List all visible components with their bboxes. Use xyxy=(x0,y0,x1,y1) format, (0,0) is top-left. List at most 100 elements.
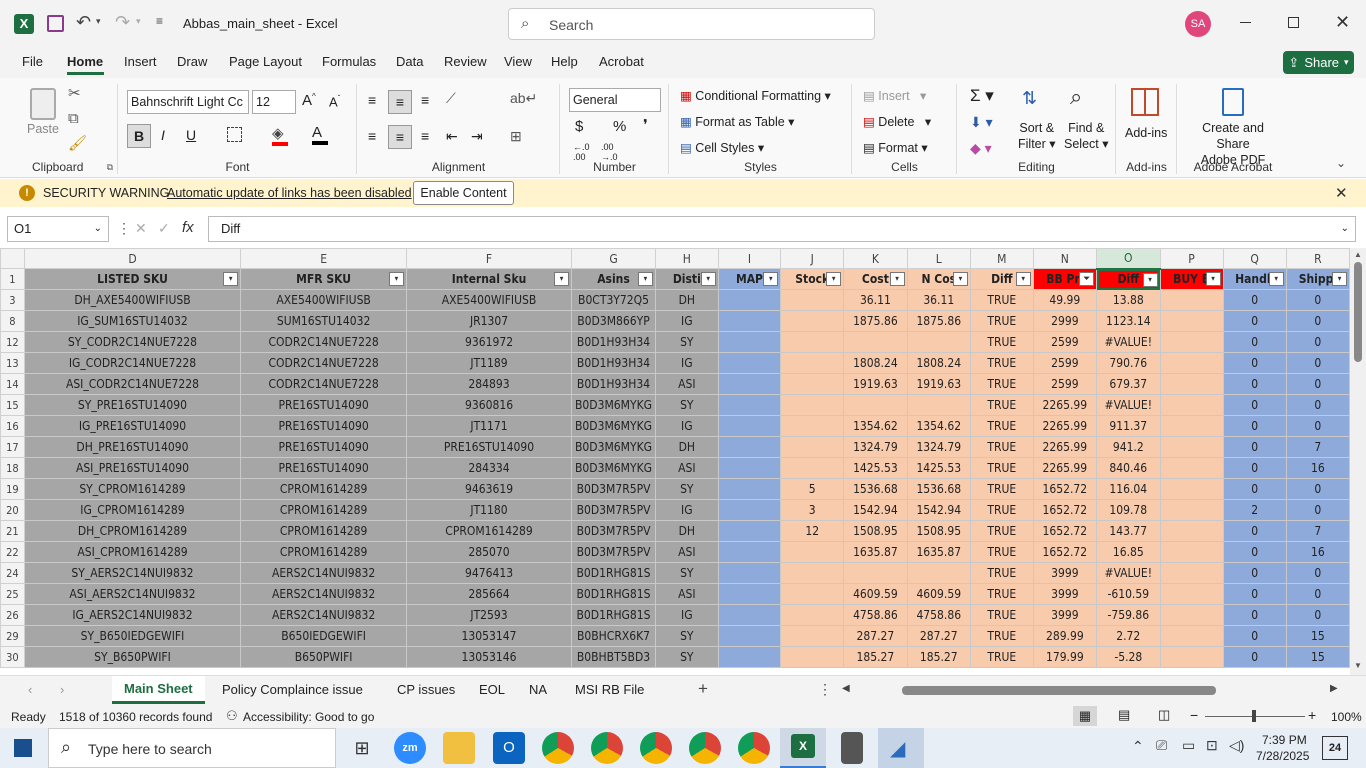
cell-m[interactable]: TRUE xyxy=(969,352,1034,374)
tab-review[interactable]: Review xyxy=(434,48,497,77)
cell-l[interactable]: 1324.79 xyxy=(906,436,971,458)
minimize-button[interactable] xyxy=(1240,22,1251,23)
cell-n[interactable]: 2599 xyxy=(1032,373,1098,395)
cell-e[interactable]: PRE16STU14090 xyxy=(240,457,407,479)
cell-m[interactable]: TRUE xyxy=(969,625,1034,647)
cell-r[interactable]: 0 xyxy=(1285,415,1350,437)
cell-o[interactable]: 109.78 xyxy=(1096,499,1161,521)
clear-icon[interactable]: ◆ ▾ xyxy=(970,140,992,157)
tab-help[interactable]: Help xyxy=(541,48,588,77)
formula-more-icon[interactable]: ⋮ xyxy=(117,220,131,237)
column-header-q[interactable]: Q xyxy=(1222,248,1287,269)
cell-p[interactable] xyxy=(1159,625,1224,647)
align-left-icon[interactable]: ≡ xyxy=(368,128,376,144)
conditional-formatting-button[interactable]: ▦ Conditional Formatting ▾ xyxy=(680,88,831,103)
cell-g[interactable]: B0D3M6MYKG xyxy=(571,415,656,437)
cell-j[interactable] xyxy=(780,436,845,458)
row-number[interactable]: 15 xyxy=(0,394,25,416)
copy-icon[interactable]: ⧉ xyxy=(68,110,79,127)
tab-acrobat[interactable]: Acrobat xyxy=(589,48,654,77)
column-header-r[interactable]: R xyxy=(1285,248,1350,269)
redo-icon[interactable]: ↷ xyxy=(115,12,130,33)
cell-n[interactable]: 49.99 xyxy=(1032,289,1098,311)
restore-button[interactable] xyxy=(1288,17,1299,28)
cell-j[interactable]: 5 xyxy=(780,478,845,500)
cell-r[interactable]: 0 xyxy=(1285,310,1350,332)
cell-h[interactable]: SY xyxy=(654,562,719,584)
cell-q[interactable]: 0 xyxy=(1222,289,1287,311)
cell-f[interactable]: 9476413 xyxy=(405,562,573,584)
cell-n[interactable]: 2265.99 xyxy=(1032,415,1098,437)
add-sheet-icon[interactable]: + xyxy=(698,679,708,699)
cell-i[interactable] xyxy=(717,457,782,479)
worksheet-grid[interactable]: D E F G H I J K L M N O P Q R 1 LISTED SKU ▾ MFR SKU ▾ Inter… xyxy=(0,248,1350,675)
cell-f[interactable]: 13053146 xyxy=(405,646,573,668)
cell-h[interactable]: SY xyxy=(654,625,719,647)
cell-o[interactable]: -610.59 xyxy=(1096,583,1161,605)
middle-align-icon[interactable]: ≡ xyxy=(388,90,412,114)
cell-k[interactable]: 1875.86 xyxy=(843,310,908,332)
italic-icon[interactable]: I xyxy=(161,127,165,143)
merge-center-icon[interactable]: ⊞ xyxy=(510,128,522,145)
security-warning-message[interactable]: Automatic update of links has been disab… xyxy=(167,186,412,200)
filter-dropdown-icon[interactable]: ▾ xyxy=(1205,272,1221,286)
row-number[interactable]: 21 xyxy=(0,520,25,542)
tab-view[interactable]: View xyxy=(494,48,542,77)
filter-dropdown-icon[interactable]: ▾ xyxy=(826,272,842,286)
cell-p[interactable] xyxy=(1159,583,1224,605)
scroll-right-icon[interactable]: ▶ xyxy=(1330,683,1338,694)
cell-o[interactable]: 941.2 xyxy=(1096,436,1161,458)
undo-dropdown-icon[interactable]: ▾ xyxy=(96,16,101,27)
cell-i[interactable] xyxy=(717,583,782,605)
cell-r[interactable]: 0 xyxy=(1285,604,1350,626)
cell-n[interactable]: 2599 xyxy=(1032,352,1098,374)
delete-cells-button[interactable]: ▤ Delete ▾ xyxy=(863,114,931,129)
cell-g[interactable]: B0D3M7R5PV xyxy=(571,541,656,563)
zoom-slider[interactable] xyxy=(1205,710,1305,722)
cell-q[interactable]: 0 xyxy=(1222,646,1287,668)
user-avatar[interactable]: SA xyxy=(1185,11,1211,37)
row-number[interactable]: 13 xyxy=(0,352,25,374)
find-select-button[interactable]: Find & Select ▾ xyxy=(1064,120,1109,152)
cell-n[interactable]: 1652.72 xyxy=(1032,541,1098,563)
tab-file[interactable]: File xyxy=(12,48,53,77)
cell-d[interactable]: ASI_PRE16STU14090 xyxy=(23,457,242,479)
grow-font-icon[interactable]: A^ xyxy=(302,92,316,109)
row-number[interactable]: 12 xyxy=(0,331,25,353)
cell-k[interactable] xyxy=(843,331,908,353)
cell-f[interactable]: CPROM1614289 xyxy=(405,520,573,542)
row-number[interactable]: 30 xyxy=(0,646,25,668)
cell-e[interactable]: CODR2C14NUE7228 xyxy=(240,373,407,395)
cell-q[interactable]: 0 xyxy=(1222,352,1287,374)
filter-dropdown-icon[interactable]: ▾ xyxy=(554,272,570,286)
cell-o[interactable]: 13.88 xyxy=(1096,289,1161,311)
cell-q[interactable]: 0 xyxy=(1222,520,1287,542)
cell-l[interactable]: 4758.86 xyxy=(906,604,971,626)
cell-k[interactable]: 1354.62 xyxy=(843,415,908,437)
cell-m[interactable]: TRUE xyxy=(969,499,1034,521)
borders-icon[interactable] xyxy=(227,127,242,142)
cells-table[interactable]: D E F G H I J K L M N O P Q R 1 LISTED SKU ▾ MFR SKU ▾ Inter… xyxy=(0,248,1350,668)
currency-icon[interactable]: $ xyxy=(575,118,583,135)
scroll-up-icon[interactable]: ▲ xyxy=(1354,250,1362,259)
cell-k[interactable]: 4758.86 xyxy=(843,604,908,626)
cell-q[interactable]: 0 xyxy=(1222,562,1287,584)
filter-dropdown-icon[interactable]: ▾ xyxy=(1142,272,1158,287)
row-number[interactable]: 25 xyxy=(0,583,25,605)
vertical-scroll-thumb[interactable] xyxy=(1354,262,1362,362)
cell-p[interactable] xyxy=(1159,415,1224,437)
cell-l[interactable]: 185.27 xyxy=(906,646,971,668)
fill-icon[interactable]: ⬇ ▾ xyxy=(970,114,993,131)
sheet-tab-policy[interactable]: Policy Complaince issue xyxy=(222,682,363,697)
autosum-icon[interactable]: Σ ▾ xyxy=(970,86,994,106)
cell-l[interactable]: 1425.53 xyxy=(906,457,971,479)
cell-l[interactable]: 36.11 xyxy=(906,289,971,311)
cell-m[interactable]: TRUE xyxy=(969,436,1034,458)
cell-d[interactable]: SY_B650PWIFI xyxy=(23,646,242,668)
cell-g[interactable]: B0D1RHG81S xyxy=(571,583,656,605)
cell-p[interactable] xyxy=(1159,352,1224,374)
cell-d[interactable]: SY_CODR2C14NUE7228 xyxy=(23,331,242,353)
column-title-k[interactable]: Cost ▾ xyxy=(843,268,908,290)
save-icon[interactable] xyxy=(47,15,64,32)
cell-e[interactable]: AERS2C14NUI9832 xyxy=(240,604,407,626)
